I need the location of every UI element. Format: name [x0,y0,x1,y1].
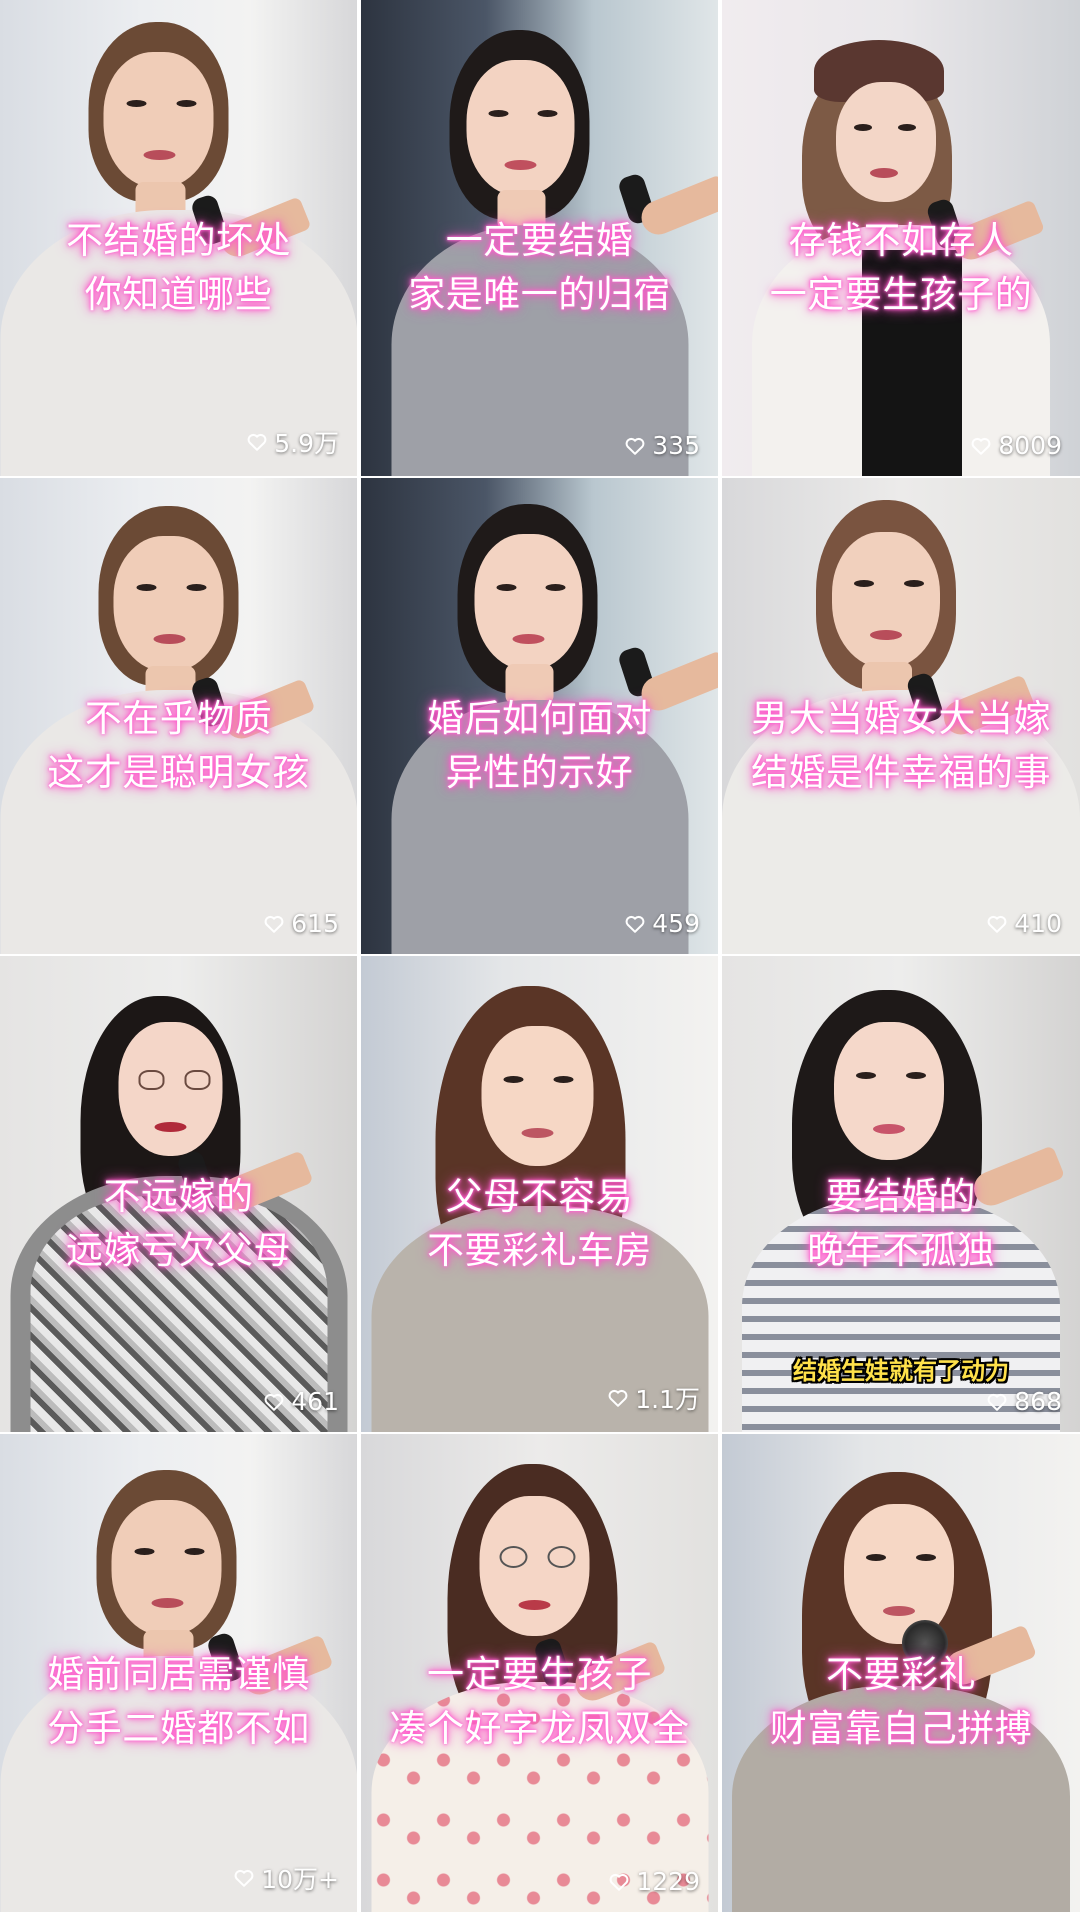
caption-line-2: 不要彩礼车房 [427,1229,652,1272]
caption-line-1: 不结婚的坏处 [66,219,291,262]
like-count-value: 1229 [636,1867,700,1896]
like-count: 410 [986,909,1062,938]
heart-outline-icon [263,913,285,935]
caption-line-2: 结婚是件幸福的事 [751,751,1051,794]
video-caption: 男大当婚女大当嫁 结婚是件幸福的事 [722,692,1080,800]
caption-line-1: 一定要生孩子 [427,1653,652,1696]
video-tile-11[interactable]: 一定要生孩子 凑个好字龙凤双全 1229 [361,1434,718,1912]
heart-outline-icon [233,1867,255,1889]
heart-outline-icon [263,1391,285,1413]
video-tile-8[interactable]: 父母不容易 不要彩礼车房 1.1万 [361,956,718,1432]
video-tile-7[interactable]: 不远嫁的 远嫁亏欠父母 461 [0,956,357,1432]
heart-outline-icon [624,435,646,457]
video-grid: 不结婚的坏处 你知道哪些 5.9万 一定要结婚 家是唯一的归宿 335 存钱不如… [0,0,1080,1914]
video-tile-9[interactable]: 要结婚的 晚年不孤独 结婚生娃就有了动力 868 [722,956,1080,1432]
caption-line-1: 男大当婚女大当嫁 [751,697,1051,740]
like-count-value: 410 [1014,909,1062,938]
like-count: 8009 [970,431,1062,460]
caption-line-2: 分手二婚都不如 [47,1707,310,1750]
video-tile-1[interactable]: 不结婚的坏处 你知道哪些 5.9万 [0,0,357,476]
heart-outline-icon [624,913,646,935]
caption-line-2: 家是唯一的归宿 [408,273,671,316]
caption-line-2: 一定要生孩子的 [769,273,1033,316]
heart-outline-icon [986,1391,1008,1413]
like-count-value: 868 [1014,1387,1062,1416]
caption-line-2: 这才是聪明女孩 [47,751,310,794]
caption-line-1: 父母不容易 [445,1175,634,1218]
video-caption: 存钱不如存人 一定要生孩子的 [722,214,1080,322]
like-count-value: 461 [291,1387,339,1416]
video-caption: 不在乎物质 这才是聪明女孩 [0,692,357,800]
caption-line-1: 要结婚的 [826,1175,976,1218]
caption-line-1: 一定要结婚 [445,219,634,262]
caption-line-2: 异性的示好 [445,751,634,794]
like-count-value: 10万+ [261,1865,339,1894]
like-count-value: 5.9万 [274,429,339,458]
caption-line-1: 不要彩礼 [826,1653,976,1696]
like-count-value: 335 [652,431,700,460]
heart-outline-icon [970,435,992,457]
caption-line-2: 凑个好字龙凤双全 [389,1707,690,1750]
caption-line-1: 存钱不如存人 [788,219,1014,262]
like-count-value: 1.1万 [635,1385,700,1414]
caption-line-1: 婚后如何面对 [427,697,652,740]
heart-outline-icon [608,1871,630,1893]
video-caption: 不要彩礼 财富靠自己拼搏 [722,1648,1080,1756]
like-count: 1.1万 [607,1380,700,1416]
caption-line-2: 远嫁亏欠父母 [66,1229,291,1272]
video-subtitle: 结婚生娃就有了动力 [793,1357,1009,1385]
like-count: 335 [624,431,700,460]
like-count: 1229 [608,1867,700,1896]
video-caption: 不结婚的坏处 你知道哪些 [0,214,357,322]
like-count: 5.9万 [246,424,339,460]
video-tile-4[interactable]: 不在乎物质 这才是聪明女孩 615 [0,478,357,954]
like-count: 459 [624,909,700,938]
video-caption: 一定要结婚 家是唯一的归宿 [361,214,718,322]
heart-outline-icon [986,913,1008,935]
caption-line-2: 财富靠自己拼搏 [769,1707,1033,1750]
video-caption: 婚后如何面对 异性的示好 [361,692,718,800]
video-tile-12[interactable]: 不要彩礼 财富靠自己拼搏 [722,1434,1080,1912]
caption-line-1: 不远嫁的 [103,1175,254,1218]
heart-outline-icon [246,431,268,453]
caption-line-1: 不在乎物质 [84,697,273,740]
like-count: 461 [263,1387,339,1416]
video-caption: 要结婚的 晚年不孤独 [722,1170,1080,1278]
like-count: 615 [263,909,339,938]
video-tile-6[interactable]: 男大当婚女大当嫁 结婚是件幸福的事 410 [722,478,1080,954]
like-count-value: 459 [652,909,700,938]
video-caption: 父母不容易 不要彩礼车房 [361,1170,718,1278]
like-count-value: 615 [291,909,339,938]
video-tile-5[interactable]: 婚后如何面对 异性的示好 459 [361,478,718,954]
video-caption: 不远嫁的 远嫁亏欠父母 [0,1170,357,1278]
video-tile-3[interactable]: 存钱不如存人 一定要生孩子的 8009 [722,0,1080,476]
heart-outline-icon [607,1387,629,1409]
like-count-value: 8009 [998,431,1062,460]
video-tile-2[interactable]: 一定要结婚 家是唯一的归宿 335 [361,0,718,476]
video-caption: 一定要生孩子 凑个好字龙凤双全 [361,1648,718,1756]
video-caption: 婚前同居需谨慎 分手二婚都不如 [0,1648,357,1756]
caption-line-1: 婚前同居需谨慎 [47,1653,310,1696]
like-count: 10万+ [233,1860,339,1896]
like-count: 868 [986,1387,1062,1416]
video-tile-10[interactable]: 婚前同居需谨慎 分手二婚都不如 10万+ [0,1434,357,1912]
caption-line-2: 晚年不孤独 [807,1229,995,1272]
caption-line-2: 你知道哪些 [84,273,273,316]
